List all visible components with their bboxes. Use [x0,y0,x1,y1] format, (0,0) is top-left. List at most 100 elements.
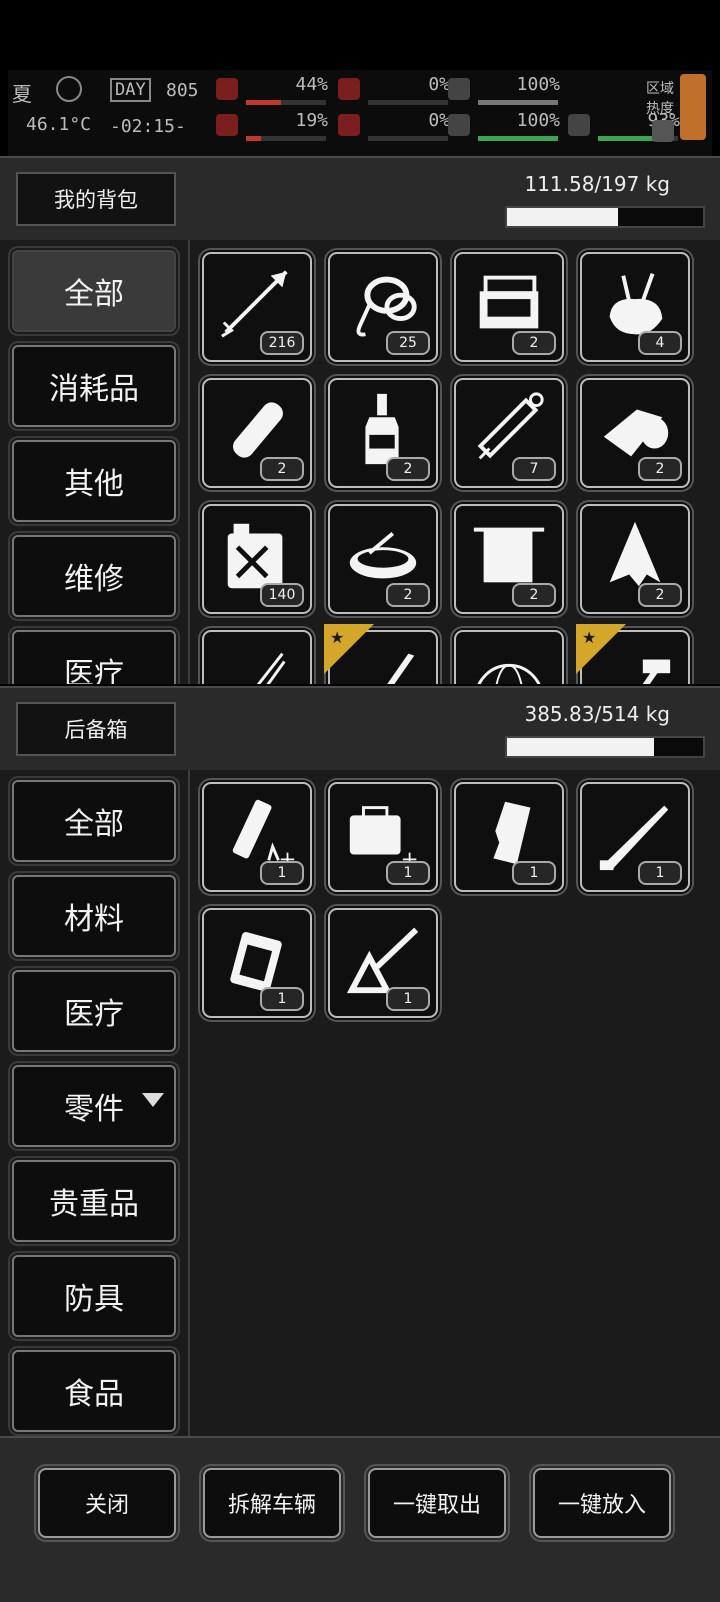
backpack-tab[interactable]: 全部 [12,250,176,332]
blood-drop-icon [338,114,360,136]
close-button[interactable]: 关闭 [38,1468,176,1538]
stat-value: 100% [516,74,560,95]
star-badge-icon: ★ [324,624,374,674]
backpack-item-slot[interactable]: ★ [324,624,438,684]
stat-value: 44% [295,74,328,95]
storage-item-slot[interactable]: 1 [580,782,690,892]
storage-tab[interactable]: 食品 [12,1350,176,1432]
stat-bar [246,136,326,141]
heat-meter [680,74,706,140]
lungs-icon [448,78,470,100]
backpack-tab[interactable]: 消耗品 [12,345,176,427]
backpack-item-grid[interactable]: 216 25 2 4 2 2 7 2 140 2 2 2 ★ ★ [190,240,720,684]
backpack-tab-label: 其他 [64,467,124,502]
backpack-item-slot[interactable]: 4 [580,252,690,362]
storage-category-list[interactable]: 全部材料医疗零件贵重品防具食品 [0,770,190,1436]
item-count-badge: 2 [638,583,682,607]
backpack-item-slot[interactable]: 2 [328,504,438,614]
heat-label: 热度 [646,101,674,117]
take-all-button[interactable]: 一键取出 [368,1468,506,1538]
storage-item-slot[interactable]: 1 [202,908,312,1018]
item-count-badge: 2 [638,457,682,481]
radiation-icon [568,114,590,136]
item-count-badge: 25 [386,331,430,355]
backpack-item-slot[interactable]: 2 [454,504,564,614]
stat-bar [368,136,448,141]
storage-tab-label: 防具 [64,1282,124,1317]
backpack-title: 我的背包 [16,172,176,226]
backpack-tab-label: 全部 [64,277,124,312]
backpack-tab[interactable]: 维修 [12,535,176,617]
item-count-badge: 1 [512,861,556,885]
backpack-item-slot[interactable]: 2 [454,252,564,362]
storage-item-slot[interactable]: 1 [328,908,438,1018]
temperature-readout: 46.1°C [26,114,92,135]
stat-bar [368,100,448,105]
backpack-item-slot[interactable]: 216 [202,252,312,362]
storage-item-slot[interactable]: 1 [454,782,564,892]
status-hud: 夏 46.1°C DAY 805 -02:15- 44% 19% 0% 0% 100% 1… [8,70,712,158]
put-all-button[interactable]: 一键放入 [533,1468,671,1538]
storage-tab[interactable]: 全部 [12,780,176,862]
backpack-tab[interactable]: 其他 [12,440,176,522]
backpack-item-slot[interactable] [454,630,564,684]
backpack-category-list[interactable]: 全部消耗品其他维修医疗 [0,240,190,684]
day-label: DAY [110,78,151,102]
item-count-badge: 2 [386,457,430,481]
item-count-badge: 2 [386,583,430,607]
action-bar: 关闭 拆解车辆 一键取出 一键放入 [0,1436,720,1602]
storage-tab[interactable]: 材料 [12,875,176,957]
storage-item-slot[interactable]: +1 [202,782,312,892]
stat-value: 100% [516,110,560,131]
storage-tab[interactable]: 零件 [12,1065,176,1147]
item-count-badge: 2 [512,331,556,355]
storage-tab[interactable]: 医疗 [12,970,176,1052]
backpack-item-slot[interactable]: 2 [202,378,312,488]
heart-red-icon [216,114,238,136]
storage-tab-label: 材料 [64,902,124,937]
stat-value: 19% [295,110,328,131]
dismantle-vehicle-button[interactable]: 拆解车辆 [203,1468,341,1538]
tweezers-icon [256,652,286,684]
backpack-item-slot[interactable]: 7 [454,378,564,488]
backpack-tab[interactable]: 医疗 [12,630,176,684]
storage-tab[interactable]: 贵重品 [12,1160,176,1242]
storage-tab-label: 全部 [64,807,124,842]
storage-tab-label: 食品 [64,1377,124,1412]
day-number: 805 [166,80,199,101]
item-count-badge: 2 [260,457,304,481]
season-label: 夏 [12,82,32,106]
storage-tab-label: 贵重品 [49,1187,139,1222]
stat-value: 0% [428,110,450,131]
storage-title: 后备箱 [16,702,176,756]
storage-item-slot[interactable]: +1 [328,782,438,892]
backpack-item-slot[interactable]: 2 [580,378,690,488]
backpack-item-slot[interactable]: 25 [328,252,438,362]
storage-tab[interactable]: 防具 [12,1255,176,1337]
medkit-icon [216,78,238,100]
storage-item-grid[interactable]: +1 +1 1 1 1 1 [190,770,720,1436]
stat-bar [478,136,558,141]
backpack-weight-bar [505,206,705,228]
backpack-tab-label: 消耗品 [49,372,139,407]
backpack-item-slot[interactable] [202,630,312,684]
item-count-badge: 216 [260,331,304,355]
globe-icon [477,663,541,684]
item-count-badge: 7 [512,457,556,481]
clock-readout: -02:15- [110,116,186,137]
star-badge-icon: ★ [576,624,626,674]
storage-weight: 385.83/514 kg [524,702,670,726]
backpack-item-slot[interactable]: ★ [576,624,690,684]
stat-bar [478,100,558,105]
backpack-item-slot[interactable]: 140 [202,504,312,614]
item-count-badge: 1 [638,861,682,885]
zone-label: 区域 [646,81,674,97]
storage-header: 后备箱 385.83/514 kg [0,686,720,772]
backpack-weight: 111.58/197 kg [524,172,670,196]
backpack-item-slot[interactable]: 2 [580,504,690,614]
backpack-item-slot[interactable]: 2 [328,378,438,488]
down-arrow-icon [142,1093,164,1107]
item-count-badge: 2 [512,583,556,607]
storage-weight-bar [505,736,705,758]
item-count-badge: 1 [260,861,304,885]
